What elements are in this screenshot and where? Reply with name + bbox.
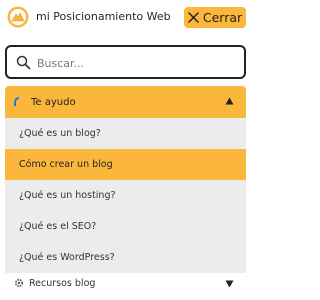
help-icon [14, 97, 20, 106]
search-icon [16, 55, 31, 70]
header: mi Posicionamiento Web Cerrar [0, 0, 252, 34]
close-button-label: Cerrar [202, 10, 243, 25]
accordion-title-2: Recursos blog [29, 277, 96, 289]
chevron-down-icon [225, 280, 234, 288]
search-input[interactable] [37, 53, 237, 73]
close-icon [188, 12, 199, 23]
accordion-te-ayudo[interactable]: Te ayudo [5, 86, 246, 118]
site-logo[interactable] [7, 6, 29, 28]
submenu-item-como-crear-un-blog[interactable]: Cómo crear un blog [5, 149, 246, 180]
brand-name[interactable]: mi Posicionamiento Web [36, 10, 171, 23]
submenu-item-que-es-un-hosting[interactable]: ¿Qué es un hosting? [5, 180, 246, 211]
chevron-up-icon [225, 97, 234, 105]
submenu-list: ¿Qué es un blog? Cómo crear un blog ¿Qué… [5, 118, 246, 273]
search-box[interactable] [5, 45, 246, 79]
accordion-title: Te ayudo [31, 96, 76, 108]
submenu-item-que-es-un-blog[interactable]: ¿Qué es un blog? [5, 118, 246, 149]
submenu-item-que-es-el-seo[interactable]: ¿Qué es el SEO? [5, 211, 246, 242]
close-button[interactable]: Cerrar [184, 7, 246, 28]
submenu-item-que-es-wordpress[interactable]: ¿Qué es WordPress? [5, 242, 246, 273]
gear-icon [14, 278, 24, 288]
accordion-recursos-blog[interactable]: Recursos blog [5, 270, 246, 296]
